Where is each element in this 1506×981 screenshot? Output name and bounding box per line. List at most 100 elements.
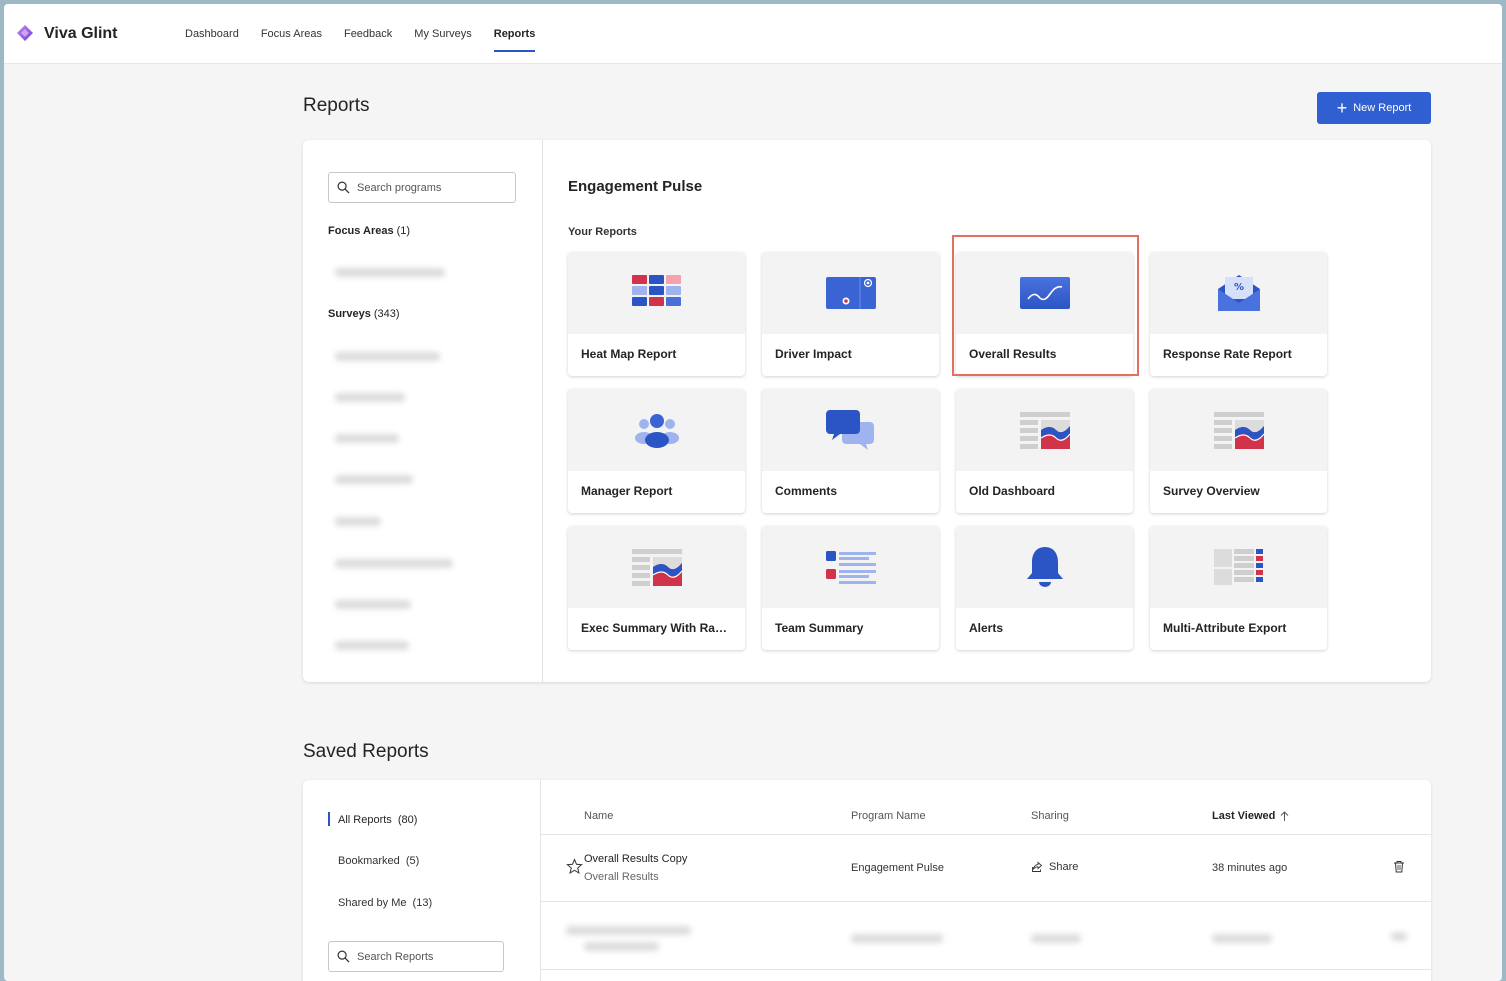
card-label: Old Dashboard <box>969 484 1056 498</box>
reports-search-input[interactable] <box>357 950 503 963</box>
list-item[interactable] <box>335 600 411 609</box>
card-label: Driver Impact <box>775 347 852 361</box>
card-label: Manager Report <box>581 484 673 498</box>
list-item <box>1212 934 1272 943</box>
filter-shared-by-me[interactable]: Shared by Me (13) <box>338 897 432 909</box>
dashboard-icon <box>1213 412 1264 449</box>
divider <box>541 969 1431 970</box>
program-search-input[interactable] <box>357 181 507 194</box>
list-item[interactable] <box>335 517 381 526</box>
divider <box>541 901 1431 902</box>
card-label: Team Summary <box>775 621 864 635</box>
new-report-label: New Report <box>1353 102 1412 114</box>
divider <box>541 834 1431 835</box>
list-item <box>566 926 691 935</box>
column-header-sharing[interactable]: Sharing <box>1031 810 1069 822</box>
report-card-comments[interactable]: Comments <box>762 389 939 513</box>
envelope-percent-icon: % <box>1217 275 1260 311</box>
column-header-name[interactable]: Name <box>584 810 613 822</box>
new-report-button[interactable]: + New Report <box>1317 92 1431 124</box>
list-item[interactable] <box>335 641 409 650</box>
star-bookmark-icon[interactable] <box>566 858 583 875</box>
share-icon <box>1032 861 1043 872</box>
page-title: Reports <box>303 95 370 116</box>
surveys-label: Surveys <box>328 308 371 320</box>
card-label: Alerts <box>969 621 1004 635</box>
card-label: Response Rate Report <box>1163 347 1292 361</box>
focus-areas-group[interactable]: Focus Areas (1) <box>328 225 410 237</box>
filter-all-reports[interactable]: All Reports (80) <box>338 814 417 826</box>
report-card-team-summary[interactable]: Team Summary <box>762 526 939 650</box>
list-icon <box>825 551 876 584</box>
surveys-group[interactable]: Surveys (343) <box>328 308 400 320</box>
focus-areas-count: (1) <box>396 225 411 237</box>
list-item[interactable] <box>335 434 399 443</box>
table-export-icon <box>1213 549 1263 585</box>
saved-reports-panel: All Reports (80) Bookmarked (5) Shared b… <box>303 780 1431 981</box>
card-label: Overall Results <box>969 347 1057 361</box>
card-label: Survey Overview <box>1163 484 1260 498</box>
list-item[interactable] <box>335 268 445 277</box>
list-item <box>851 934 943 943</box>
list-item <box>1031 934 1081 943</box>
report-card-driver-impact[interactable]: Driver Impact <box>762 252 939 376</box>
nav-my-surveys[interactable]: My Surveys <box>403 4 482 64</box>
filter-count: (80) <box>397 814 418 826</box>
brand[interactable]: Viva Glint <box>14 23 174 45</box>
list-item[interactable] <box>335 393 405 402</box>
nav-reports[interactable]: Reports <box>483 4 547 64</box>
report-card-manager[interactable]: Manager Report <box>568 389 745 513</box>
column-header-program[interactable]: Program Name <box>851 810 926 822</box>
report-card-multi-attribute-export[interactable]: Multi-Attribute Export <box>1150 526 1327 650</box>
app-window: Viva Glint Dashboard Focus Areas Feedbac… <box>4 4 1502 981</box>
last-viewed: 38 minutes ago <box>1212 862 1288 874</box>
filter-label: All Reports <box>338 814 392 826</box>
search-icon <box>337 181 350 194</box>
chat-bubbles-icon <box>825 410 874 450</box>
sort-ascending-icon <box>1281 810 1289 821</box>
saved-reports-title: Saved Reports <box>303 741 429 762</box>
list-item[interactable] <box>335 559 453 568</box>
filter-count: (13) <box>412 897 433 909</box>
bell-icon <box>1026 547 1063 587</box>
svg-text:%: % <box>1233 282 1243 293</box>
share-button[interactable]: Share <box>1031 861 1078 873</box>
column-header-label: Last Viewed <box>1212 810 1276 822</box>
report-card-heat-map[interactable]: Heat Map Report <box>568 252 745 376</box>
driver-impact-icon <box>825 277 876 309</box>
top-nav-bar: Viva Glint Dashboard Focus Areas Feedbac… <box>4 4 1502 64</box>
report-card-survey-overview[interactable]: Survey Overview <box>1150 389 1327 513</box>
your-reports-label: Your Reports <box>568 226 637 238</box>
report-card-alerts[interactable]: Alerts <box>956 526 1133 650</box>
list-item <box>584 942 659 951</box>
nav-feedback[interactable]: Feedback <box>333 4 403 64</box>
column-header-last-viewed[interactable]: Last Viewed <box>1212 810 1289 822</box>
list-item <box>1391 932 1407 941</box>
card-label: Comments <box>775 484 838 498</box>
filter-label: Shared by Me <box>338 897 407 909</box>
filter-bookmarked[interactable]: Bookmarked (5) <box>338 855 419 867</box>
plus-icon: + <box>1336 98 1348 118</box>
report-type: Overall Results <box>584 871 659 883</box>
reports-search[interactable] <box>328 941 504 972</box>
filter-label: Bookmarked <box>338 855 400 867</box>
report-card-exec-summary[interactable]: Exec Summary With Radi... <box>568 526 745 650</box>
report-name[interactable]: Overall Results Copy <box>584 853 687 865</box>
active-filter-indicator <box>328 812 330 826</box>
card-label: Heat Map Report <box>581 347 677 361</box>
list-item[interactable] <box>335 352 440 361</box>
main-nav: Dashboard Focus Areas Feedback My Survey… <box>174 4 546 64</box>
nav-dashboard[interactable]: Dashboard <box>174 4 250 64</box>
nav-focus-areas[interactable]: Focus Areas <box>250 4 333 64</box>
list-item[interactable] <box>335 475 413 484</box>
report-card-overall-results[interactable]: Overall Results <box>956 252 1133 376</box>
card-label: Exec Summary With Radi... <box>581 621 736 635</box>
dashboard-icon <box>631 549 682 586</box>
program-search[interactable] <box>328 172 516 203</box>
trash-icon[interactable] <box>1393 860 1405 873</box>
filter-count: (5) <box>405 855 420 867</box>
card-label: Multi-Attribute Export <box>1163 621 1287 635</box>
report-card-old-dashboard[interactable]: Old Dashboard <box>956 389 1133 513</box>
programs-sidebar: Focus Areas(1) Surveys(343) <box>303 140 543 682</box>
report-card-response-rate[interactable]: % Response Rate Report <box>1150 252 1327 376</box>
